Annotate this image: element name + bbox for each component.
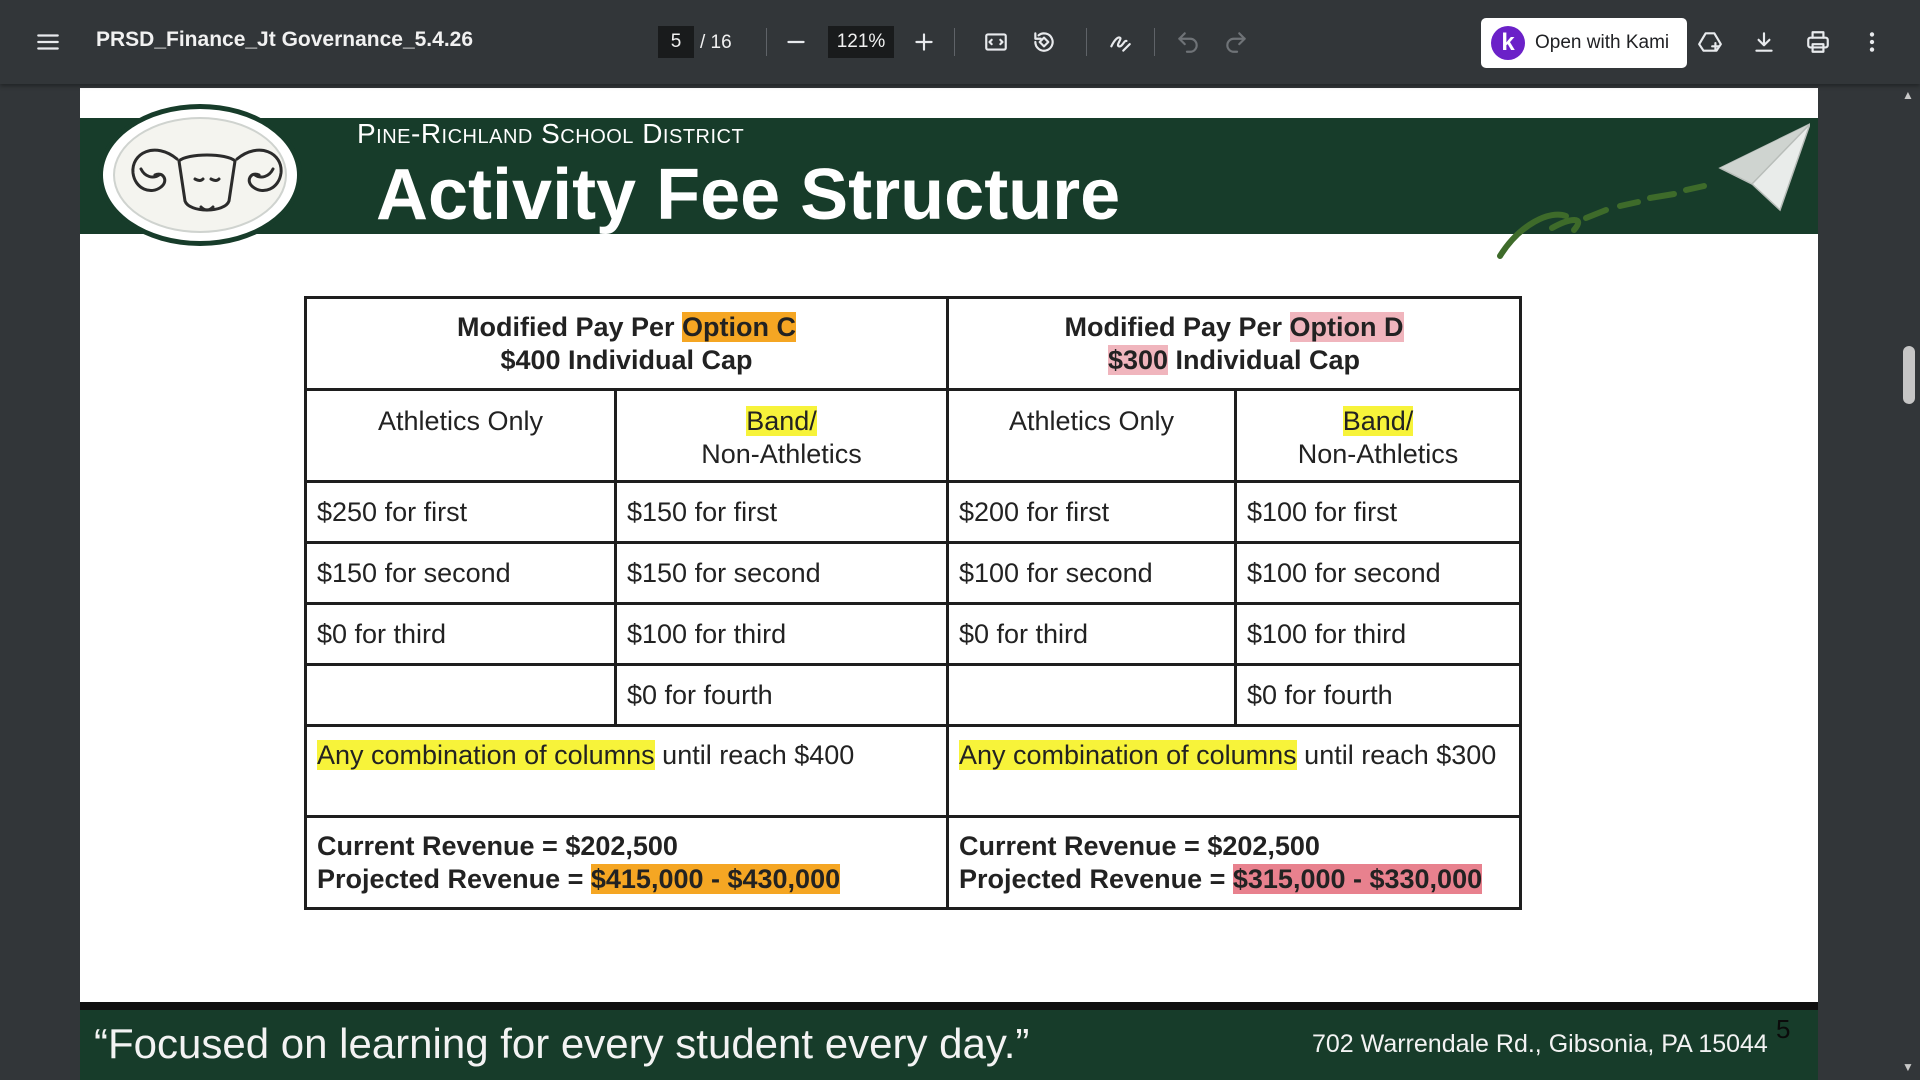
footer-divider: [80, 1002, 1818, 1010]
option-d-cap-rest: Individual Cap: [1168, 344, 1361, 375]
download-icon[interactable]: [1746, 24, 1782, 60]
projected-revenue-label: Projected Revenue =: [317, 863, 591, 894]
undo-icon[interactable]: [1170, 24, 1206, 60]
combination-rest: until reach $300: [1296, 740, 1497, 770]
paper-plane-icon: [1497, 123, 1810, 259]
pdf-page: Pine-Richland School District Activity F…: [80, 88, 1818, 1080]
current-revenue: Current Revenue = $202,500: [317, 831, 678, 862]
zoom-input[interactable]: [828, 26, 894, 58]
revenue-cell-c: Current Revenue = $202,500 Projected Rev…: [304, 815, 949, 910]
option-c-prefix: Modified Pay Per: [456, 311, 683, 342]
slide-footer: “Focused on learning for every student e…: [80, 1010, 1818, 1080]
toolbar-divider: [766, 28, 767, 56]
subheader-band-d: Band/ Non-Athletics: [1234, 388, 1522, 483]
option-d-prefix: Modified Pay Per: [1064, 311, 1290, 342]
table-cell: $100 for third: [614, 602, 949, 666]
toolbar-divider: [1086, 28, 1087, 56]
document-title: PRSD_Finance_Jt Governance_5.4.26: [96, 28, 474, 51]
district-address: 702 Warrendale Rd., Gibsonia, PA 15044: [1312, 1030, 1768, 1058]
more-vert-icon[interactable]: [1854, 24, 1890, 60]
scroll-up-arrow-icon[interactable]: ▲: [1900, 88, 1916, 104]
table-cell: [946, 663, 1237, 727]
band-label: Band/: [1342, 406, 1414, 436]
redo-icon[interactable]: [1218, 24, 1254, 60]
projected-revenue-value: $415,000 - $430,000: [590, 863, 841, 894]
subheader-band-c: Band/ Non-Athletics: [614, 388, 949, 483]
kami-logo-icon: k: [1491, 26, 1525, 60]
projected-revenue-label: Projected Revenue =: [959, 863, 1233, 894]
table-row: $0 for fourth $0 for fourth: [304, 663, 1522, 727]
zoom-in-icon[interactable]: [906, 24, 942, 60]
drive-add-icon[interactable]: [1692, 24, 1728, 60]
table-cell: $150 for second: [304, 541, 617, 605]
page-number-input[interactable]: [658, 26, 694, 58]
subheader-athletics-c: Athletics Only: [304, 388, 617, 483]
toolbar-divider: [954, 28, 955, 56]
combination-highlight: Any combination of columns: [959, 740, 1297, 770]
band-label: Band/: [746, 406, 817, 436]
table-cell: $0 for fourth: [1234, 663, 1522, 727]
option-d-label: Option D: [1289, 311, 1404, 342]
table-cell: $100 for second: [946, 541, 1237, 605]
open-with-kami-button[interactable]: k Open with Kami: [1481, 18, 1687, 68]
combination-rest: until reach $400: [654, 740, 855, 770]
slide-title: Activity Fee Structure: [376, 155, 1121, 235]
non-athletics-label: Non-Athletics: [701, 438, 862, 469]
revenue-cell-d: Current Revenue = $202,500 Projected Rev…: [946, 815, 1522, 910]
zoom-out-icon[interactable]: [778, 24, 814, 60]
table-row: $250 for first $150 for first $200 for f…: [304, 480, 1522, 544]
scroll-down-arrow-icon[interactable]: ▼: [1900, 1060, 1916, 1076]
table-cell: $100 for third: [1234, 602, 1522, 666]
scrollbar-thumb[interactable]: [1903, 346, 1915, 404]
projected-revenue-value: $315,000 - $330,000: [1232, 863, 1483, 894]
table-cell: $150 for second: [614, 541, 949, 605]
table-cell: [304, 663, 617, 727]
ram-logo-icon: [98, 104, 302, 246]
table-row: $150 for second $150 for second $100 for…: [304, 541, 1522, 605]
rotate-icon[interactable]: [1026, 24, 1062, 60]
print-icon[interactable]: [1800, 24, 1836, 60]
menu-icon[interactable]: [30, 24, 66, 60]
current-revenue: Current Revenue = $202,500: [959, 831, 1320, 862]
table-cell: $200 for first: [946, 480, 1237, 544]
option-c-label: Option C: [682, 311, 797, 342]
table-cell: $150 for first: [614, 480, 949, 544]
table-cell: $0 for fourth: [614, 663, 949, 727]
combination-note-d: Any combination of columns until reach $…: [946, 724, 1522, 818]
table-cell: $100 for first: [1234, 480, 1522, 544]
page-total: / 16: [700, 32, 732, 53]
non-athletics-label: Non-Athletics: [1297, 438, 1459, 469]
subheader-athletics-d: Athletics Only: [946, 388, 1237, 483]
slide-number: 5: [1776, 1014, 1791, 1044]
table-cell: $100 for second: [1234, 541, 1522, 605]
combination-note-c: Any combination of columns until reach $…: [304, 724, 949, 818]
table-cell: $0 for third: [946, 602, 1237, 666]
option-c-header: Modified Pay Per Option C $400 Individua…: [304, 296, 949, 391]
kami-button-label: Open with Kami: [1535, 32, 1670, 53]
fit-page-icon[interactable]: [978, 24, 1014, 60]
table-cell: $0 for third: [304, 602, 617, 666]
option-c-cap: $400 Individual Cap: [500, 344, 753, 375]
table-cell: $250 for first: [304, 480, 617, 544]
option-d-cap-amount: $300: [1107, 344, 1169, 375]
district-name: Pine-Richland School District: [357, 118, 745, 149]
annotate-icon[interactable]: [1102, 24, 1138, 60]
pdf-toolbar: PRSD_Finance_Jt Governance_5.4.26 / 16 k…: [0, 0, 1920, 84]
activity-fee-table: Modified Pay Per Option C $400 Individua…: [304, 296, 1522, 910]
district-motto: “Focused on learning for every student e…: [94, 1020, 1030, 1067]
toolbar-divider: [1154, 28, 1155, 56]
option-d-header: Modified Pay Per Option D $300 Individua…: [946, 296, 1522, 391]
combination-highlight: Any combination of columns: [317, 740, 655, 770]
table-row: $0 for third $100 for third $0 for third…: [304, 602, 1522, 666]
